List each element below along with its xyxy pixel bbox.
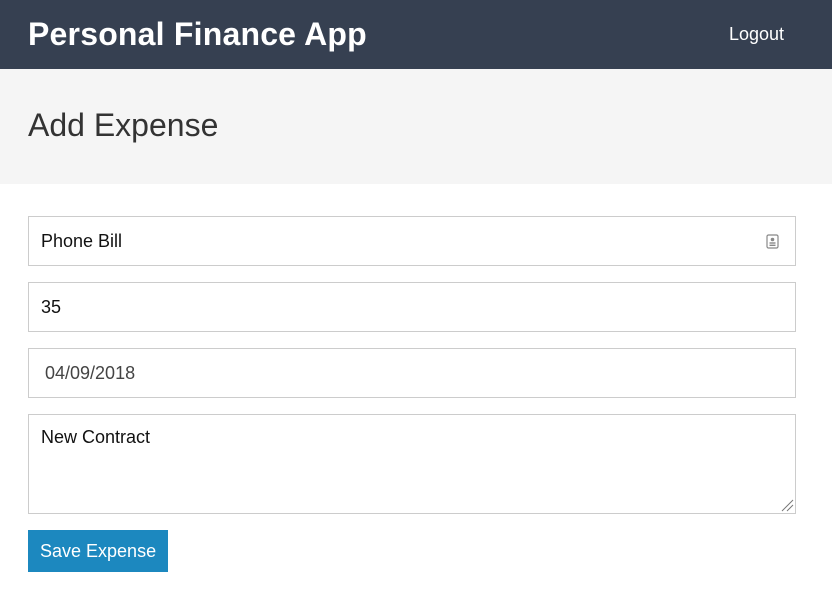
date-field bbox=[28, 348, 796, 398]
save-expense-button[interactable]: Save Expense bbox=[28, 530, 169, 572]
page-title: Add Expense bbox=[28, 107, 219, 143]
page-header: Add Expense bbox=[0, 69, 832, 184]
description-input[interactable] bbox=[29, 217, 795, 265]
logout-button[interactable]: Logout bbox=[729, 24, 784, 45]
amount-field bbox=[28, 282, 796, 332]
note-textarea[interactable]: New Contract bbox=[29, 415, 795, 513]
app-header: Personal Finance App Logout bbox=[0, 0, 832, 69]
description-field bbox=[28, 216, 796, 266]
amount-input[interactable] bbox=[29, 283, 795, 331]
resize-grip-icon[interactable] bbox=[778, 496, 794, 512]
app-title: Personal Finance App bbox=[28, 16, 367, 52]
contact-card-icon[interactable] bbox=[766, 234, 779, 249]
note-field: New Contract bbox=[28, 414, 796, 514]
date-input[interactable] bbox=[29, 349, 795, 397]
expense-form: New Contract Save Expense bbox=[0, 184, 832, 572]
